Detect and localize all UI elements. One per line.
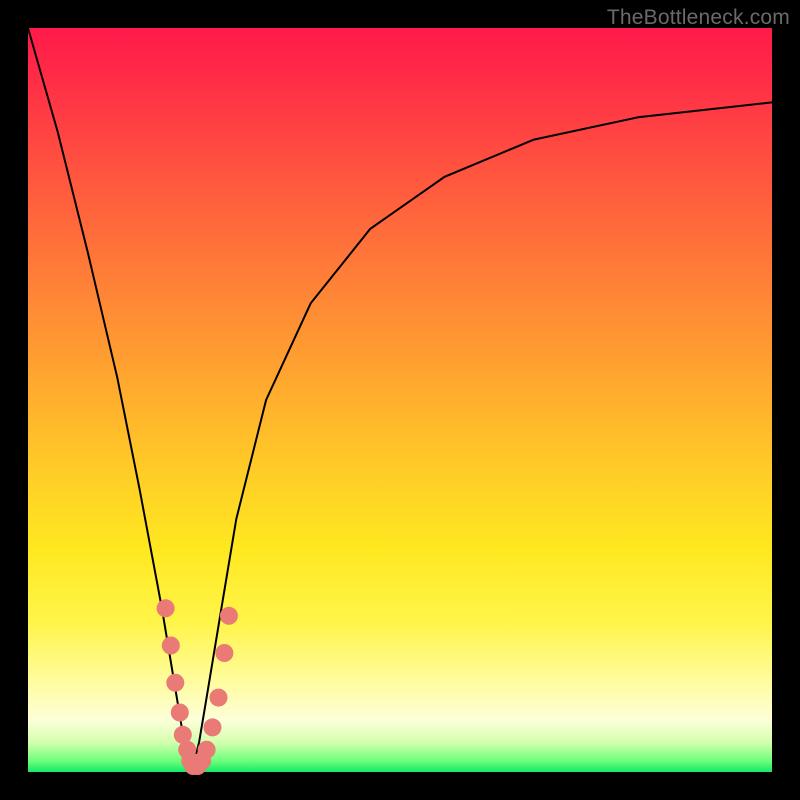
sample-dot xyxy=(198,741,216,759)
bottleneck-curve xyxy=(28,28,772,772)
sample-dot xyxy=(210,689,228,707)
sample-dot xyxy=(171,704,189,722)
sample-dot xyxy=(204,718,222,736)
watermark-text: TheBottleneck.com xyxy=(607,6,790,30)
sample-dot xyxy=(166,674,184,692)
sample-dot xyxy=(215,644,233,662)
sample-dot xyxy=(220,607,238,625)
sample-dot xyxy=(162,637,180,655)
outer-frame: TheBottleneck.com xyxy=(0,0,800,800)
plot-area xyxy=(28,28,772,772)
chart-svg xyxy=(28,28,772,772)
sample-dot xyxy=(157,599,175,617)
